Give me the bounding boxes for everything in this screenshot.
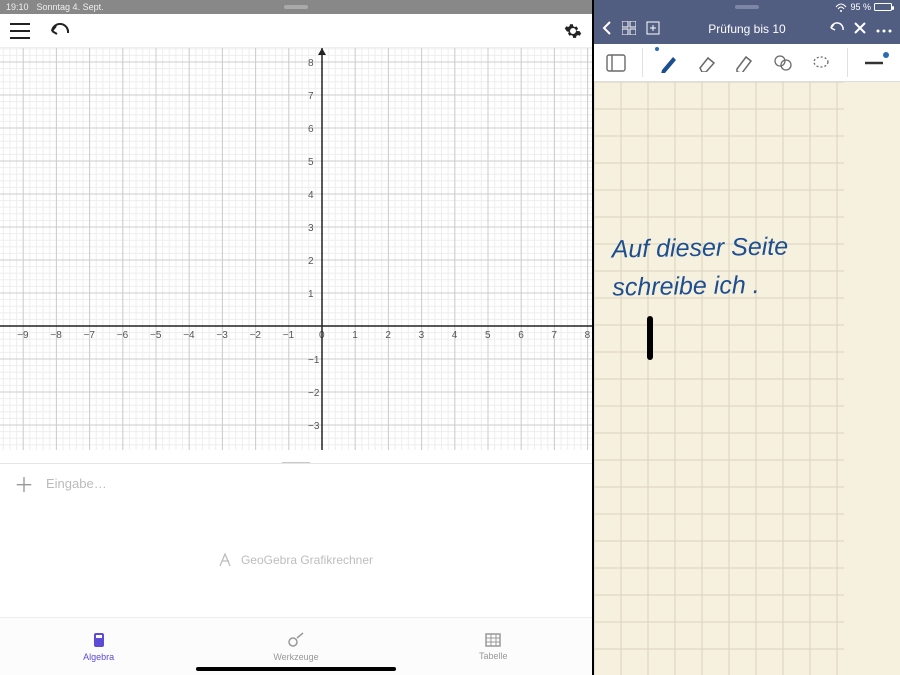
svg-text:−1: −1 xyxy=(308,355,320,366)
eraser-tool-icon[interactable] xyxy=(695,51,719,75)
notes-titlebar: Prüfung bis 10 xyxy=(594,14,900,44)
battery-indicator: 95 % xyxy=(835,2,892,12)
status-bar-left: 19:10 Sonntag 4. Sept. xyxy=(0,0,592,14)
tab-algebra[interactable]: Algebra xyxy=(0,618,197,675)
gear-icon[interactable] xyxy=(564,22,582,40)
footer-brand-text: GeoGebra Grafikrechner xyxy=(241,553,373,567)
svg-text:6: 6 xyxy=(518,330,524,341)
svg-text:8: 8 xyxy=(308,58,314,69)
back-icon[interactable] xyxy=(602,21,612,38)
notes-app: 95 % Prüfung bis 10 xyxy=(594,0,900,675)
algebra-input[interactable] xyxy=(46,476,578,491)
notes-tool-row xyxy=(594,44,900,82)
svg-text:−7: −7 xyxy=(84,330,96,341)
svg-text:−4: −4 xyxy=(183,330,195,341)
svg-text:−2: −2 xyxy=(250,330,262,341)
geogebra-toolbar xyxy=(0,14,592,48)
handwritten-text: Auf dieser Seiteschreibe ich . xyxy=(611,228,789,306)
svg-text:−9: −9 xyxy=(17,330,29,341)
multitask-pill-icon[interactable] xyxy=(284,5,308,9)
battery-icon xyxy=(874,3,892,11)
logo-icon xyxy=(219,553,235,567)
svg-text:−6: −6 xyxy=(117,330,129,341)
multitask-pill-icon[interactable] xyxy=(735,5,759,9)
svg-text:7: 7 xyxy=(551,330,557,341)
algebra-input-row: ＋ xyxy=(0,463,592,503)
tab-table[interactable]: Tabelle xyxy=(395,618,592,675)
svg-text:6: 6 xyxy=(308,124,314,135)
add-page-icon[interactable] xyxy=(646,21,660,38)
svg-text:−3: −3 xyxy=(308,421,320,432)
svg-text:2: 2 xyxy=(385,330,391,341)
graph-view[interactable]: −9−8−7−6−5−4−3−2−10123456789−3−2−1123456… xyxy=(0,48,592,463)
split-view-handle-icon[interactable] xyxy=(647,316,653,360)
geogebra-app: 19:10 Sonntag 4. Sept. −9 −8 −7 −6 −5 −4 −3 −2 −… xyxy=(0,0,594,675)
undo-icon[interactable] xyxy=(48,23,70,39)
status-bar-right: 95 % xyxy=(594,0,900,14)
menu-icon[interactable] xyxy=(10,23,30,39)
highlighter-tool-icon[interactable] xyxy=(733,51,757,75)
shapes-tool-icon[interactable] xyxy=(771,51,795,75)
svg-text:1: 1 xyxy=(352,330,358,341)
tool-divider xyxy=(847,48,848,77)
svg-text:7: 7 xyxy=(308,91,314,102)
algebra-icon xyxy=(91,632,107,650)
svg-text:−1: −1 xyxy=(283,330,295,341)
svg-text:5: 5 xyxy=(485,330,491,341)
status-time: 19:10 xyxy=(6,2,29,12)
algebra-empty-area: GeoGebra Grafikrechner xyxy=(0,503,592,617)
bottom-tab-bar: AlgebraWerkzeugeTabelle xyxy=(0,617,592,675)
grid-view-icon[interactable] xyxy=(622,21,636,38)
document-title: Prüfung bis 10 xyxy=(708,22,785,36)
svg-text:8: 8 xyxy=(585,330,591,341)
svg-text:3: 3 xyxy=(308,223,314,234)
home-indicator-icon[interactable] xyxy=(196,667,396,671)
svg-text:−3: −3 xyxy=(216,330,228,341)
more-icon[interactable] xyxy=(876,22,892,36)
pane-resize-handle-icon[interactable] xyxy=(281,462,311,463)
pen-tool-icon[interactable] xyxy=(657,51,681,75)
notes-canvas[interactable]: Auf dieser Seiteschreibe ich . xyxy=(594,82,900,675)
svg-text:−5: −5 xyxy=(150,330,162,341)
tool-divider xyxy=(642,48,643,77)
wifi-icon xyxy=(835,3,847,12)
tools-icon xyxy=(287,632,305,650)
undo-icon[interactable] xyxy=(828,22,844,37)
line-style-icon[interactable] xyxy=(862,51,890,75)
plus-icon[interactable]: ＋ xyxy=(14,469,34,498)
svg-text:5: 5 xyxy=(308,157,314,168)
svg-text:4: 4 xyxy=(452,330,458,341)
page-nav-icon[interactable] xyxy=(604,51,628,75)
close-icon[interactable] xyxy=(854,22,866,37)
svg-text:−8: −8 xyxy=(50,330,62,341)
battery-text: 95 % xyxy=(850,2,871,12)
svg-text:2: 2 xyxy=(308,256,314,267)
status-date: Sonntag 4. Sept. xyxy=(37,2,104,12)
svg-text:1: 1 xyxy=(308,289,314,300)
svg-text:3: 3 xyxy=(419,330,425,341)
lasso-tool-icon[interactable] xyxy=(809,51,833,75)
svg-text:−2: −2 xyxy=(308,388,320,399)
table-icon xyxy=(485,633,501,649)
svg-text:4: 4 xyxy=(308,190,314,201)
